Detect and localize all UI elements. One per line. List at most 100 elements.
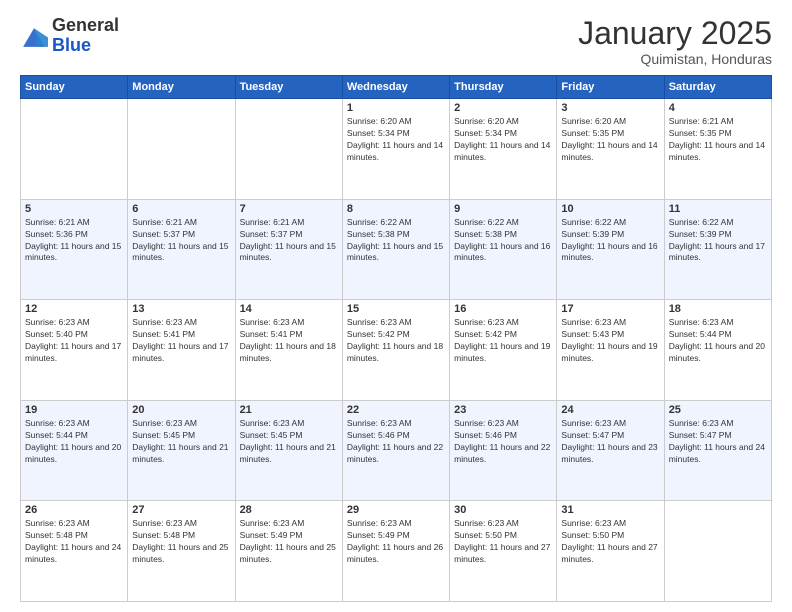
day-info: Sunrise: 6:22 AM Sunset: 5:38 PM Dayligh… xyxy=(454,217,552,265)
day-number: 19 xyxy=(25,404,123,416)
col-header-friday: Friday xyxy=(557,76,664,99)
day-cell: 9 Sunrise: 6:22 AM Sunset: 5:38 PM Daylig… xyxy=(450,199,557,300)
day-info: Sunrise: 6:23 AM Sunset: 5:48 PM Dayligh… xyxy=(25,518,123,566)
day-info: Sunrise: 6:21 AM Sunset: 5:37 PM Dayligh… xyxy=(240,217,338,265)
day-cell: 5Sunrise: 6:21 AM Sunset: 5:36 PM Daylig… xyxy=(21,199,128,300)
day-cell: 26 Sunrise: 6:23 AM Sunset: 5:48 PM Dayli… xyxy=(21,501,128,602)
day-number: 2 xyxy=(454,102,552,114)
day-cell: 22 Sunrise: 6:23 AM Sunset: 5:46 PM Dayli… xyxy=(342,400,449,501)
day-number: 14 xyxy=(240,303,338,315)
day-number: 13 xyxy=(132,303,230,315)
day-info: Sunrise: 6:23 AM Sunset: 5:42 PM Dayligh… xyxy=(347,317,445,365)
day-number: 24 xyxy=(561,404,659,416)
day-number: 22 xyxy=(347,404,445,416)
day-number: 12 xyxy=(25,303,123,315)
day-number: 5 xyxy=(25,203,123,215)
day-number: 23 xyxy=(454,404,552,416)
day-info: Sunrise: 6:23 AM Sunset: 5:46 PM Dayligh… xyxy=(454,418,552,466)
day-info: Sunrise: 6:23 AM Sunset: 5:46 PM Dayligh… xyxy=(347,418,445,466)
day-cell xyxy=(664,501,771,602)
day-info: Sunrise: 6:20 AM Sunset: 5:34 PM Dayligh… xyxy=(454,116,552,164)
week-row-2: 5Sunrise: 6:21 AM Sunset: 5:36 PM Daylig… xyxy=(21,199,772,300)
header-row: SundayMondayTuesdayWednesdayThursdayFrid… xyxy=(21,76,772,99)
day-cell: 6Sunrise: 6:21 AM Sunset: 5:37 PM Daylig… xyxy=(128,199,235,300)
day-info: Sunrise: 6:23 AM Sunset: 5:45 PM Dayligh… xyxy=(240,418,338,466)
col-header-saturday: Saturday xyxy=(664,76,771,99)
day-info: Sunrise: 6:23 AM Sunset: 5:50 PM Dayligh… xyxy=(454,518,552,566)
day-cell: 31 Sunrise: 6:23 AM Sunset: 5:50 PM Dayli… xyxy=(557,501,664,602)
day-number: 17 xyxy=(561,303,659,315)
day-info: Sunrise: 6:23 AM Sunset: 5:41 PM Dayligh… xyxy=(240,317,338,365)
day-info: Sunrise: 6:23 AM Sunset: 5:47 PM Dayligh… xyxy=(669,418,767,466)
day-number: 18 xyxy=(669,303,767,315)
day-info: Sunrise: 6:20 AM Sunset: 5:34 PM Dayligh… xyxy=(347,116,445,164)
day-info: Sunrise: 6:23 AM Sunset: 5:40 PM Dayligh… xyxy=(25,317,123,365)
day-cell: 7Sunrise: 6:21 AM Sunset: 5:37 PM Daylig… xyxy=(235,199,342,300)
day-info: Sunrise: 6:22 AM Sunset: 5:39 PM Dayligh… xyxy=(669,217,767,265)
day-info: Sunrise: 6:23 AM Sunset: 5:41 PM Dayligh… xyxy=(132,317,230,365)
day-number: 16 xyxy=(454,303,552,315)
day-number: 26 xyxy=(25,504,123,516)
day-info: Sunrise: 6:20 AM Sunset: 5:35 PM Dayligh… xyxy=(561,116,659,164)
day-cell: 28 Sunrise: 6:23 AM Sunset: 5:49 PM Dayli… xyxy=(235,501,342,602)
col-header-thursday: Thursday xyxy=(450,76,557,99)
day-number: 4 xyxy=(669,102,767,114)
day-cell: 15 Sunrise: 6:23 AM Sunset: 5:42 PM Dayli… xyxy=(342,300,449,401)
page: General Blue January 2025 Quimistan, Hon… xyxy=(0,0,792,612)
day-cell: 29 Sunrise: 6:23 AM Sunset: 5:49 PM Dayli… xyxy=(342,501,449,602)
day-info: Sunrise: 6:23 AM Sunset: 5:45 PM Dayligh… xyxy=(132,418,230,466)
day-cell: 30 Sunrise: 6:23 AM Sunset: 5:50 PM Dayli… xyxy=(450,501,557,602)
day-info: Sunrise: 6:23 AM Sunset: 5:48 PM Dayligh… xyxy=(132,518,230,566)
logo-general: General xyxy=(52,15,119,35)
day-info: Sunrise: 6:23 AM Sunset: 5:50 PM Dayligh… xyxy=(561,518,659,566)
day-info: Sunrise: 6:23 AM Sunset: 5:42 PM Dayligh… xyxy=(454,317,552,365)
day-number: 11 xyxy=(669,203,767,215)
day-cell: 10Sunrise: 6:22 AM Sunset: 5:39 PM Dayli… xyxy=(557,199,664,300)
logo-blue: Blue xyxy=(52,35,91,55)
day-cell: 12 Sunrise: 6:23 AM Sunset: 5:40 PM Dayli… xyxy=(21,300,128,401)
calendar-table: SundayMondayTuesdayWednesdayThursdayFrid… xyxy=(20,75,772,602)
day-cell: 14 Sunrise: 6:23 AM Sunset: 5:41 PM Dayli… xyxy=(235,300,342,401)
day-number: 10 xyxy=(561,203,659,215)
col-header-monday: Monday xyxy=(128,76,235,99)
day-cell xyxy=(21,99,128,200)
week-row-3: 12 Sunrise: 6:23 AM Sunset: 5:40 PM Dayli… xyxy=(21,300,772,401)
day-number: 27 xyxy=(132,504,230,516)
col-header-tuesday: Tuesday xyxy=(235,76,342,99)
week-row-5: 26 Sunrise: 6:23 AM Sunset: 5:48 PM Dayli… xyxy=(21,501,772,602)
day-cell: 20Sunrise: 6:23 AM Sunset: 5:45 PM Dayli… xyxy=(128,400,235,501)
day-number: 3 xyxy=(561,102,659,114)
week-row-4: 19 Sunrise: 6:23 AM Sunset: 5:44 PM Dayli… xyxy=(21,400,772,501)
day-cell: 2 Sunrise: 6:20 AM Sunset: 5:34 PM Daylig… xyxy=(450,99,557,200)
logo: General Blue xyxy=(20,16,119,56)
day-cell: 25 Sunrise: 6:23 AM Sunset: 5:47 PM Dayli… xyxy=(664,400,771,501)
day-cell: 21 Sunrise: 6:23 AM Sunset: 5:45 PM Dayli… xyxy=(235,400,342,501)
day-number: 25 xyxy=(669,404,767,416)
day-number: 21 xyxy=(240,404,338,416)
day-info: Sunrise: 6:22 AM Sunset: 5:38 PM Dayligh… xyxy=(347,217,445,265)
day-number: 9 xyxy=(454,203,552,215)
day-info: Sunrise: 6:23 AM Sunset: 5:44 PM Dayligh… xyxy=(669,317,767,365)
week-row-1: 1Sunrise: 6:20 AM Sunset: 5:34 PM Daylig… xyxy=(21,99,772,200)
day-number: 28 xyxy=(240,504,338,516)
day-number: 8 xyxy=(347,203,445,215)
col-header-wednesday: Wednesday xyxy=(342,76,449,99)
day-cell: 27 Sunrise: 6:23 AM Sunset: 5:48 PM Dayli… xyxy=(128,501,235,602)
day-cell xyxy=(235,99,342,200)
day-info: Sunrise: 6:23 AM Sunset: 5:49 PM Dayligh… xyxy=(240,518,338,566)
day-cell: 24Sunrise: 6:23 AM Sunset: 5:47 PM Dayli… xyxy=(557,400,664,501)
day-number: 30 xyxy=(454,504,552,516)
day-info: Sunrise: 6:23 AM Sunset: 5:44 PM Dayligh… xyxy=(25,418,123,466)
day-cell: 18 Sunrise: 6:23 AM Sunset: 5:44 PM Dayli… xyxy=(664,300,771,401)
day-info: Sunrise: 6:23 AM Sunset: 5:49 PM Dayligh… xyxy=(347,518,445,566)
day-cell: 8 Sunrise: 6:22 AM Sunset: 5:38 PM Daylig… xyxy=(342,199,449,300)
day-number: 15 xyxy=(347,303,445,315)
header: General Blue January 2025 Quimistan, Hon… xyxy=(20,16,772,67)
day-number: 29 xyxy=(347,504,445,516)
day-cell: 4 Sunrise: 6:21 AM Sunset: 5:35 PM Daylig… xyxy=(664,99,771,200)
day-number: 31 xyxy=(561,504,659,516)
day-info: Sunrise: 6:21 AM Sunset: 5:35 PM Dayligh… xyxy=(669,116,767,164)
location-subtitle: Quimistan, Honduras xyxy=(578,51,772,67)
title-block: January 2025 Quimistan, Honduras xyxy=(578,16,772,67)
col-header-sunday: Sunday xyxy=(21,76,128,99)
